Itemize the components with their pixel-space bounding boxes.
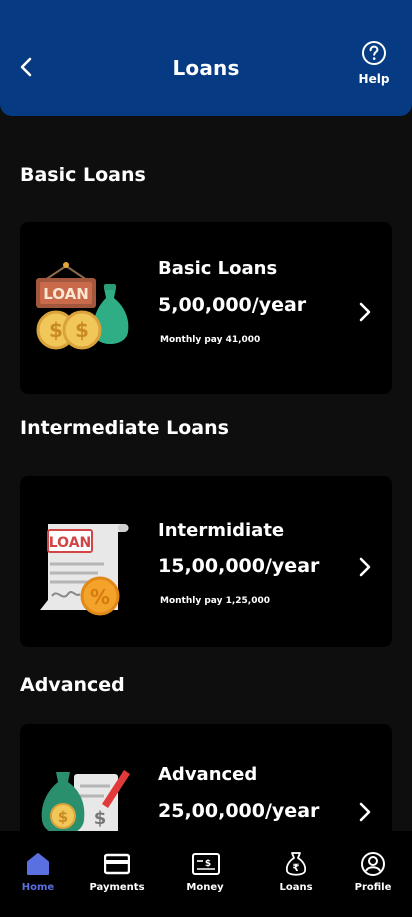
nav-item-loans[interactable]: ₹ Loans	[261, 831, 331, 917]
nav-item-home[interactable]: Home	[3, 831, 73, 917]
nav-label: Payments	[89, 882, 145, 893]
svg-text:$: $	[58, 808, 68, 826]
loan-sign-text: LOAN	[43, 285, 89, 303]
nav-label: Profile	[354, 882, 392, 893]
loan-card-name: Advanced	[158, 764, 258, 785]
nav-item-money[interactable]: $ Money	[170, 831, 240, 917]
loan-card-amount: 25,00,000/year	[158, 800, 320, 822]
help-label: Help	[358, 72, 390, 86]
profile-icon	[361, 852, 385, 876]
svg-text:%: %	[90, 585, 110, 609]
help-button[interactable]: Help	[356, 40, 392, 86]
section-title-intermediate: Intermediate Loans	[20, 417, 229, 439]
nav-label: Home	[21, 882, 55, 893]
loan-card-basic[interactable]: LOAN $ $ Basic Loans 5,00,000/year Month…	[20, 222, 392, 394]
nav-item-profile[interactable]: Profile	[338, 831, 408, 917]
loan-card-monthly-pay: Monthly pay 1,25,000	[160, 596, 270, 606]
loan-card-intermediate[interactable]: LOAN % Intermidiate 15,00,000/year Month…	[20, 476, 392, 647]
loan-sign-text: LOAN	[49, 535, 92, 551]
section-title-advanced: Advanced	[20, 674, 125, 696]
card-icon	[104, 853, 130, 875]
page-title: Loans	[172, 56, 240, 80]
chevron-right-icon	[359, 557, 371, 577]
bottom-nav: Home Payments $ Money ₹ Loans Profile	[0, 831, 412, 917]
home-icon	[27, 853, 49, 875]
nav-item-payments[interactable]: Payments	[82, 831, 152, 917]
nav-label: Loans	[279, 882, 313, 893]
nav-label: Money	[186, 882, 224, 893]
loan-card-monthly-pay: Monthly pay 41,000	[160, 335, 261, 345]
section-title-basic: Basic Loans	[20, 164, 146, 186]
chevron-right-icon	[359, 802, 371, 822]
help-icon	[362, 41, 386, 65]
svg-text:₹: ₹	[293, 863, 300, 874]
chevron-right-icon	[359, 302, 371, 322]
svg-text:$: $	[49, 318, 63, 342]
rupee-bag-icon: ₹	[285, 852, 307, 876]
loan-sign-coins-icon: LOAN $ $	[36, 262, 129, 350]
loan-card-name: Intermidiate	[158, 520, 285, 541]
loan-card-amount: 15,00,000/year	[158, 555, 320, 577]
loan-card-amount: 5,00,000/year	[158, 294, 307, 316]
svg-text:$: $	[94, 808, 107, 829]
loan-card-name: Basic Loans	[158, 258, 278, 279]
money-icon: $	[192, 853, 220, 875]
loan-document-percent-icon: LOAN %	[40, 524, 129, 616]
svg-text:$: $	[205, 859, 211, 869]
svg-text:$: $	[75, 318, 89, 342]
app-header: Loans Help	[0, 0, 412, 116]
